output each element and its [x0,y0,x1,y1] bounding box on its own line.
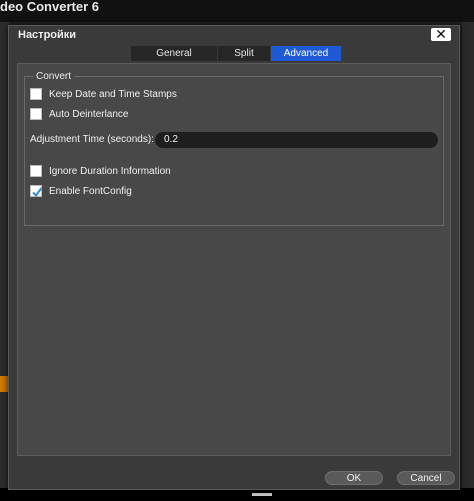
background-bottom-indicator [252,493,272,496]
tab-split[interactable]: Split [218,46,271,61]
option-keep-date-time[interactable]: Keep Date and Time Stamps [30,87,177,101]
app-title: deo Converter 6 [0,0,99,14]
convert-group: Convert Keep Date and Time Stamps Auto D… [24,71,444,226]
auto-deinterlance-label: Auto Deinterlance [49,108,129,120]
close-button[interactable]: ✕ [431,27,451,41]
app-titlebar: deo Converter 6 [0,0,474,22]
enable-fontconfig-label: Enable FontConfig [49,185,132,197]
tab-bar: General Split Advanced [131,46,342,61]
adjustment-time-row: Adjustment Time (seconds): 0.2 [30,132,438,148]
cancel-button[interactable]: Cancel [397,471,455,485]
option-enable-fontconfig[interactable]: Enable FontConfig [30,184,132,198]
auto-deinterlance-checkbox[interactable] [30,108,42,120]
ignore-duration-label: Ignore Duration Information [49,165,171,177]
enable-fontconfig-checkbox[interactable] [30,185,43,198]
keep-date-time-label: Keep Date and Time Stamps [49,88,177,100]
advanced-panel: Convert Keep Date and Time Stamps Auto D… [17,63,451,456]
ignore-duration-checkbox[interactable] [30,165,42,177]
dialog-title: Настройки [18,29,77,41]
ok-button[interactable]: OK [325,471,383,485]
tab-advanced[interactable]: Advanced [271,46,342,61]
tab-general[interactable]: General [131,46,218,61]
adjustment-time-label: Adjustment Time (seconds): [30,134,154,145]
background-right-panel [462,22,474,501]
convert-group-title: Convert [33,71,75,82]
adjustment-time-input[interactable]: 0.2 [155,132,438,148]
checkmark-icon [32,187,43,198]
background-orange-marker [0,376,8,392]
option-auto-deinterlance[interactable]: Auto Deinterlance [30,107,129,121]
option-ignore-duration[interactable]: Ignore Duration Information [30,164,171,178]
settings-dialog: Настройки ✕ General Split Advanced Conve… [8,25,460,490]
keep-date-time-checkbox[interactable] [30,88,42,100]
